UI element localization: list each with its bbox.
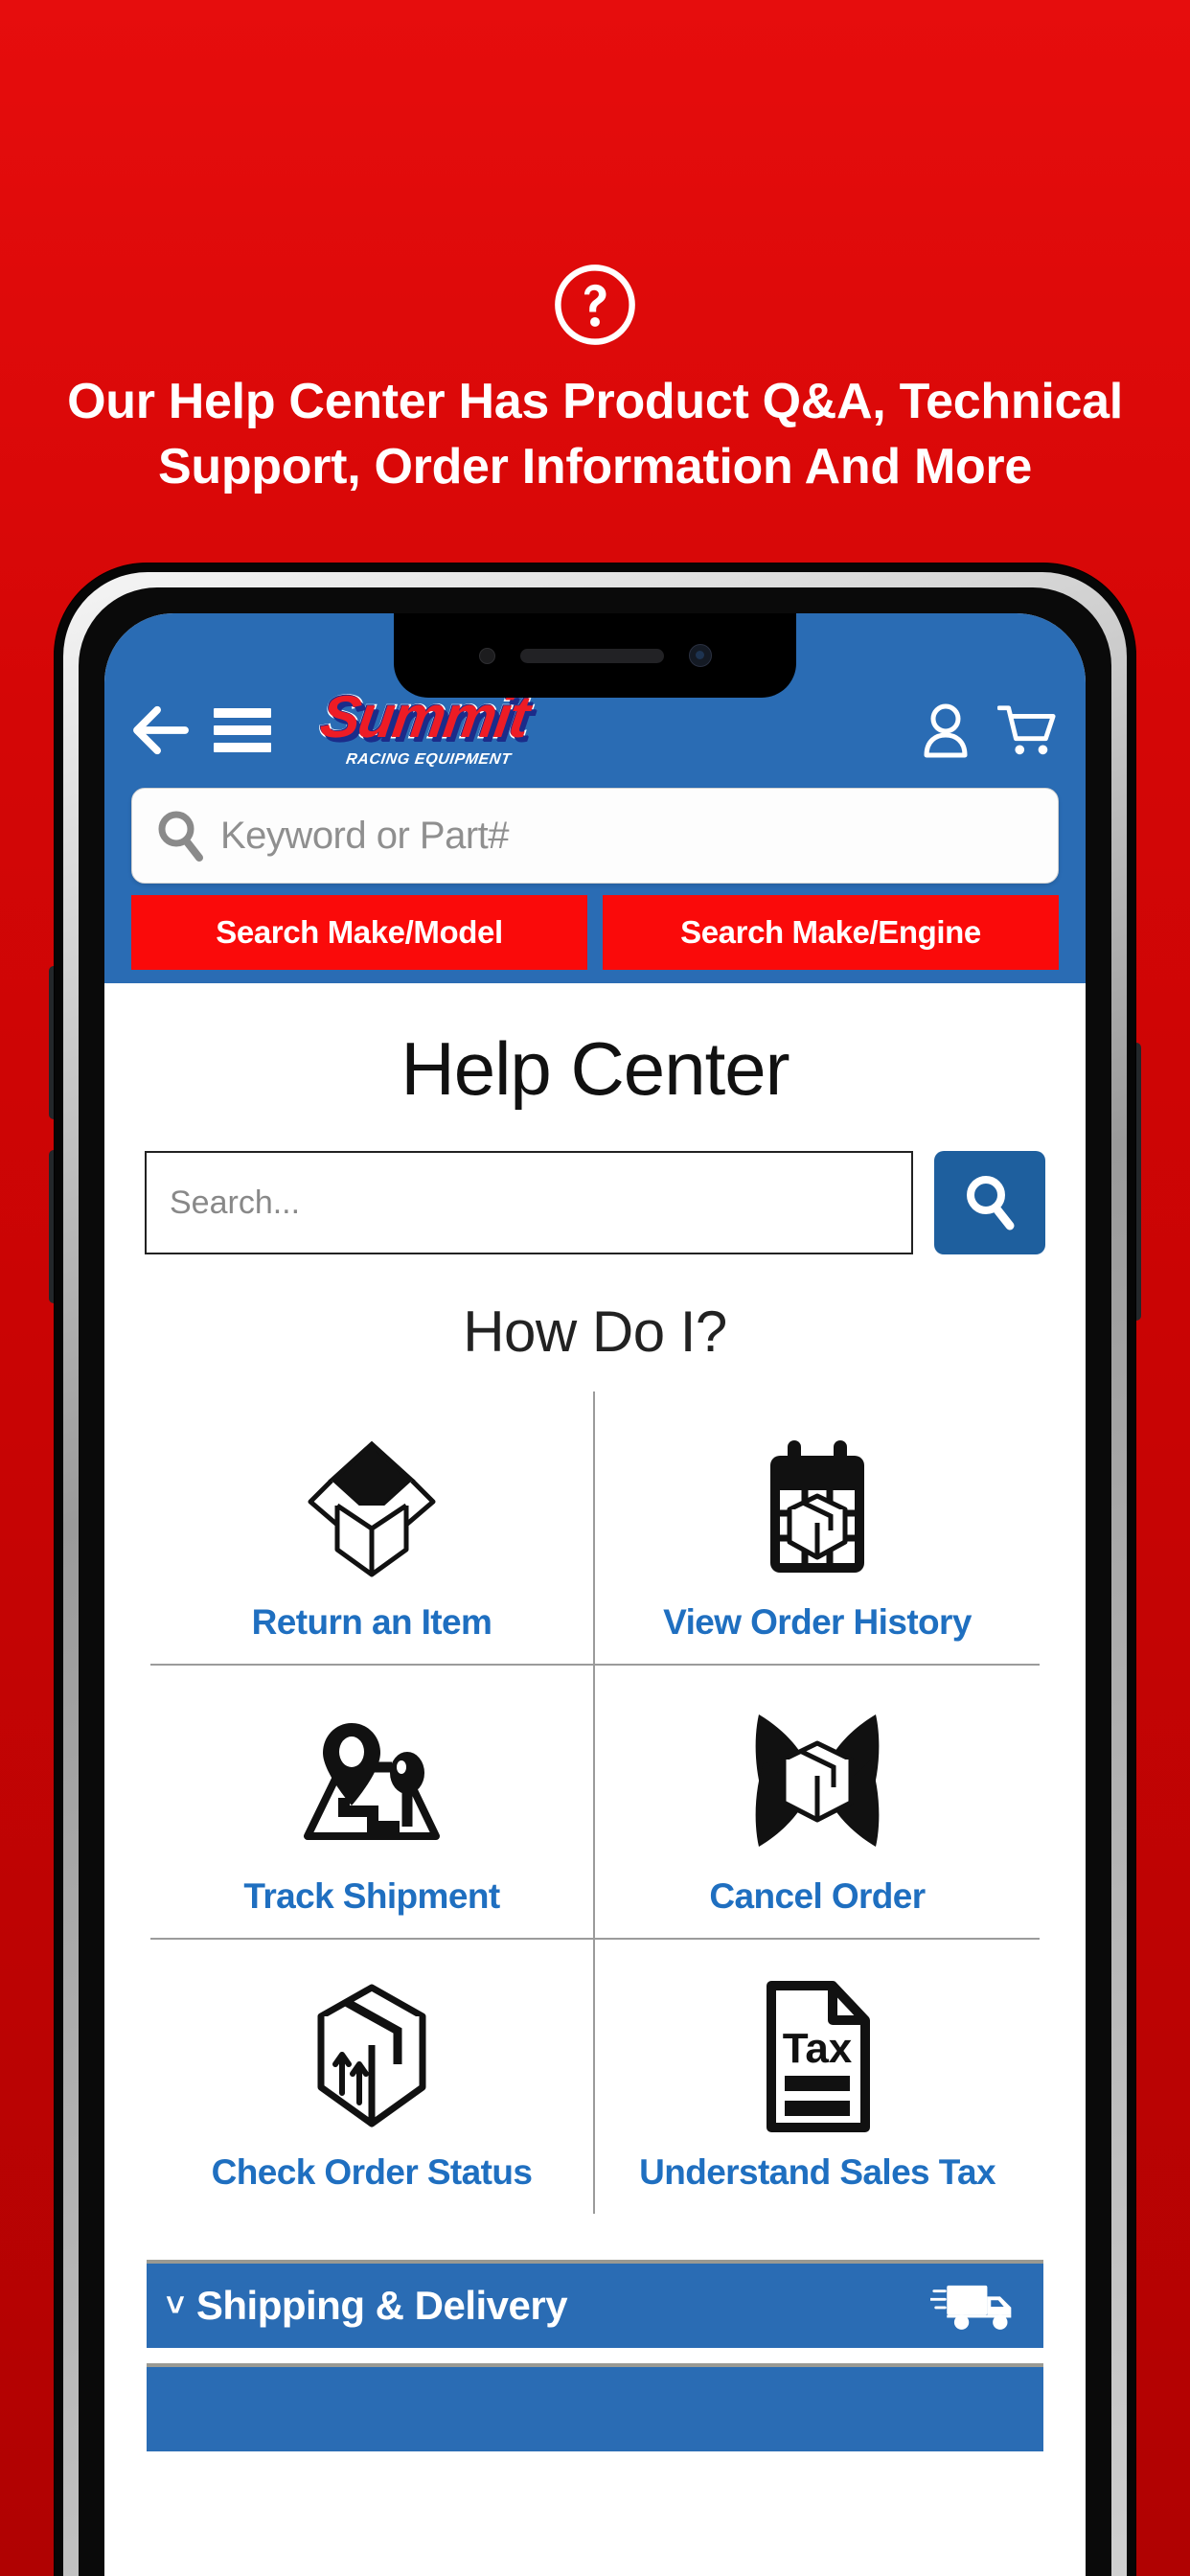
site-search-input[interactable]: Keyword or Part# (131, 788, 1059, 884)
user-account-icon[interactable] (921, 702, 971, 758)
svg-text:Tax: Tax (783, 2025, 853, 2072)
package-up-arrows-icon (309, 1976, 434, 2137)
search-make-engine-button[interactable]: Search Make/Engine (603, 895, 1059, 970)
help-center-page: Help Center Search... How Do I? Return a… (104, 983, 1086, 2451)
accordion-secondary[interactable] (147, 2363, 1043, 2451)
promo-headline: Our Help Center Has Product Q&A, Technic… (67, 374, 1123, 494)
shopping-cart-icon[interactable] (996, 702, 1057, 758)
phone-bezel-inner: Summit ® RACING EQUIPMENT (79, 587, 1111, 2576)
promo-banner: Our Help Center Has Product Q&A, Technic… (0, 0, 1190, 565)
how-do-i-check-order-status[interactable]: Check Order Status (150, 1940, 595, 2214)
how-do-i-label: Check Order Status (211, 2152, 533, 2192)
accordion-label: Shipping & Delivery (195, 2283, 568, 2328)
chevron-down-icon: ˅ (166, 2288, 185, 2324)
how-do-i-return-an-item[interactable]: Return an Item (150, 1392, 595, 1666)
how-do-i-track-shipment[interactable]: Track Shipment (150, 1666, 595, 1940)
delivery-truck-icon (928, 2276, 1018, 2335)
earpiece-speaker (519, 648, 664, 663)
help-topic-accordions: ˅ Shipping & Delivery (104, 2214, 1086, 2451)
help-center-search-button[interactable] (934, 1151, 1045, 1254)
how-do-i-grid: Return an Item View Order History Track … (104, 1392, 1086, 2214)
front-camera-icon (688, 644, 712, 667)
how-do-i-heading: How Do I? (463, 1300, 727, 1364)
how-do-i-understand-sales-tax[interactable]: Tax Understand Sales Tax (595, 1940, 1040, 2214)
how-do-i-cancel-order[interactable]: Cancel Order (595, 1666, 1040, 1940)
phone-body: Summit ® RACING EQUIPMENT (55, 564, 1135, 2576)
map-pin-route-icon (300, 1700, 444, 1861)
how-do-i-label: Track Shipment (243, 1876, 500, 1916)
phone-mockup: Summit ® RACING EQUIPMENT (49, 564, 1141, 2576)
summit-logo-tagline: RACING EQUIPMENT (344, 751, 513, 768)
make-search-buttons: Search Make/Model Search Make/Engine (104, 895, 1086, 983)
help-center-search-input[interactable]: Search... (145, 1151, 913, 1254)
how-do-i-label: Cancel Order (709, 1876, 926, 1916)
arrow-left-icon[interactable] (133, 704, 189, 756)
question-circle-icon (551, 261, 639, 349)
phone-notch (394, 613, 796, 698)
search-make-model-button[interactable]: Search Make/Model (131, 895, 587, 970)
hamburger-menu-icon[interactable] (214, 708, 271, 752)
calendar-package-icon (755, 1426, 880, 1587)
proximity-sensor-icon (478, 647, 495, 664)
search-icon (961, 1172, 1018, 1234)
page-title: Help Center (400, 1026, 790, 1111)
how-do-i-label: View Order History (663, 1602, 972, 1642)
site-search-placeholder: Keyword or Part# (220, 814, 510, 857)
how-do-i-label: Understand Sales Tax (639, 2152, 995, 2192)
package-x-cancel-icon (745, 1700, 889, 1861)
accordion-shipping-and-delivery[interactable]: ˅ Shipping & Delivery (147, 2260, 1043, 2348)
open-box-icon (305, 1426, 439, 1587)
tax-document-icon: Tax (760, 1976, 875, 2137)
phone-bezel-rim: Summit ® RACING EQUIPMENT (63, 572, 1127, 2576)
site-search-area: Keyword or Part# (104, 784, 1086, 895)
help-center-search-row: Search... (104, 1151, 1086, 1254)
help-center-search-placeholder: Search... (170, 1184, 301, 1221)
search-icon (155, 809, 205, 862)
summit-racing-logo[interactable]: Summit ® RACING EQUIPMENT (311, 683, 539, 776)
phone-screen: Summit ® RACING EQUIPMENT (104, 613, 1086, 2576)
how-do-i-label: Return an Item (251, 1602, 492, 1642)
how-do-i-view-order-history[interactable]: View Order History (595, 1392, 1040, 1666)
